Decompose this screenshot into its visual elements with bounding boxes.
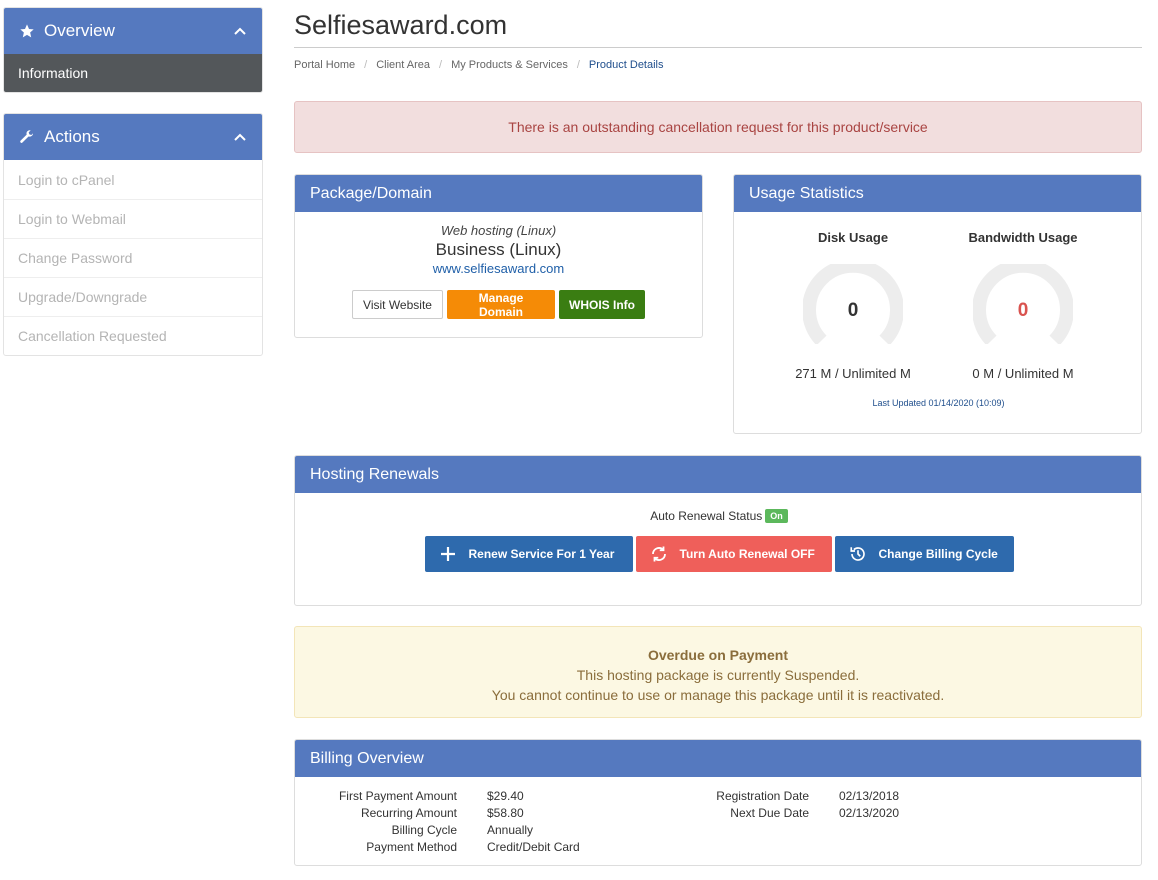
next-due-date-value: 02/13/2020	[839, 806, 900, 820]
package-name: Business (Linux)	[435, 240, 562, 259]
recurring-amount-value: $58.80	[487, 806, 524, 820]
package-domain-panel: Package/Domain Web hosting (Linux) Busin…	[294, 174, 703, 338]
renew-service-button[interactable]: Renew Service For 1 Year	[424, 536, 633, 572]
hosting-renewals-heading: Hosting Renewals	[295, 456, 1141, 493]
breadcrumb-separator: /	[364, 59, 368, 71]
last-updated: Last Updated 01/14/2020 (10:09)	[872, 398, 1005, 408]
sidebar-item-upgrade-downgrade[interactable]: Upgrade/Downgrade	[4, 277, 262, 316]
auto-renewal-off-label: Turn Auto Renewal OFF	[679, 547, 815, 561]
billing-cycle-value: Annually	[487, 823, 534, 837]
usage-statistics-panel: Usage Statistics Disk Usage 0 271 M / Un…	[733, 174, 1142, 434]
sidebar-item-login-cpanel[interactable]: Login to cPanel	[4, 160, 262, 199]
breadcrumb-portal-home[interactable]: Portal Home	[294, 59, 355, 71]
page-title: Selfiesaward.com	[294, 10, 508, 40]
billing-cycle-label: Billing Cycle	[391, 823, 457, 837]
plus-icon	[439, 545, 457, 563]
change-billing-cycle-button[interactable]: Change Billing Cycle	[834, 536, 1014, 572]
change-billing-cycle-label: Change Billing Cycle	[878, 547, 998, 561]
chevron-up-icon[interactable]	[232, 23, 248, 39]
sidebar-item-information[interactable]: Information	[4, 54, 262, 92]
overdue-alert: Overdue on Payment This hosting package …	[294, 626, 1142, 718]
breadcrumb-my-products[interactable]: My Products & Services	[451, 59, 568, 71]
turn-auto-renewal-off-button[interactable]: Turn Auto Renewal OFF	[635, 536, 832, 572]
auto-renewal-label: Auto Renewal Status	[650, 509, 763, 523]
hosting-renewals-panel: Hosting Renewals Auto Renewal Status On …	[294, 455, 1142, 606]
breadcrumb-separator: /	[576, 59, 580, 71]
breadcrumb: Portal Home / Client Area / My Products …	[294, 59, 664, 71]
manage-domain-button[interactable]: Manage Domain	[447, 290, 555, 319]
disk-usage-label: Disk Usage	[817, 230, 889, 245]
actions-title: Actions	[44, 127, 100, 146]
bandwidth-usage-detail: 0 M / Unlimited M	[972, 366, 1074, 381]
star-icon	[18, 22, 36, 40]
sidebar-item-login-webmail[interactable]: Login to Webmail	[4, 199, 262, 238]
wrench-icon	[18, 128, 36, 146]
chevron-up-icon[interactable]	[232, 129, 248, 145]
overdue-line-1: This hosting package is currently Suspen…	[576, 667, 860, 683]
title-divider	[294, 47, 1142, 48]
disk-usage-detail: 271 M / Unlimited M	[795, 366, 911, 381]
sidebar-item-cancellation-requested[interactable]: Cancellation Requested	[4, 316, 262, 355]
bandwidth-usage-label: Bandwidth Usage	[968, 230, 1078, 245]
registration-date-label: Registration Date	[716, 789, 809, 803]
actions-header[interactable]: Actions	[4, 114, 262, 160]
sync-icon	[650, 545, 668, 563]
renew-service-label: Renew Service For 1 Year	[468, 547, 615, 561]
overdue-line-2: You cannot continue to use or manage thi…	[491, 687, 945, 703]
package-type: Web hosting (Linux)	[440, 223, 557, 238]
registration-date-value: 02/13/2018	[839, 789, 900, 803]
history-icon	[849, 545, 867, 563]
first-payment-value: $29.40	[487, 789, 524, 803]
usage-statistics-heading: Usage Statistics	[734, 175, 1141, 212]
breadcrumb-client-area[interactable]: Client Area	[376, 59, 430, 71]
sidebar-item-change-password[interactable]: Change Password	[4, 238, 262, 277]
overview-title: Overview	[44, 21, 115, 40]
domain-link[interactable]: www.selfiesaward.com	[295, 261, 702, 276]
cancellation-alert: There is an outstanding cancellation req…	[294, 101, 1142, 153]
auto-renewal-status: Auto Renewal Status On	[295, 509, 1141, 523]
next-due-date-label: Next Due Date	[730, 806, 809, 820]
visit-website-button[interactable]: Visit Website	[352, 290, 443, 319]
package-domain-heading: Package/Domain	[295, 175, 702, 212]
bandwidth-usage-value: 0	[1017, 300, 1029, 321]
disk-usage-value: 0	[847, 300, 859, 321]
actions-panel: Actions Login to cPanel Login to Webmail…	[3, 113, 263, 356]
breadcrumb-separator: /	[439, 59, 443, 71]
overdue-title: Overdue on Payment	[647, 647, 789, 663]
whois-info-button[interactable]: WHOIS Info	[559, 290, 645, 319]
first-payment-label: First Payment Amount	[338, 789, 457, 803]
recurring-amount-label: Recurring Amount	[360, 806, 457, 820]
payment-method-label: Payment Method	[366, 840, 457, 854]
status-badge: On	[765, 509, 788, 523]
overview-header[interactable]: Overview	[4, 8, 262, 54]
billing-overview-heading: Billing Overview	[295, 740, 1141, 777]
overview-panel: Overview Information	[3, 7, 263, 93]
payment-method-value: Credit/Debit Card	[487, 840, 580, 854]
breadcrumb-product-details: Product Details	[588, 59, 664, 71]
billing-overview-panel: Billing Overview First Payment Amount $2…	[294, 739, 1142, 866]
